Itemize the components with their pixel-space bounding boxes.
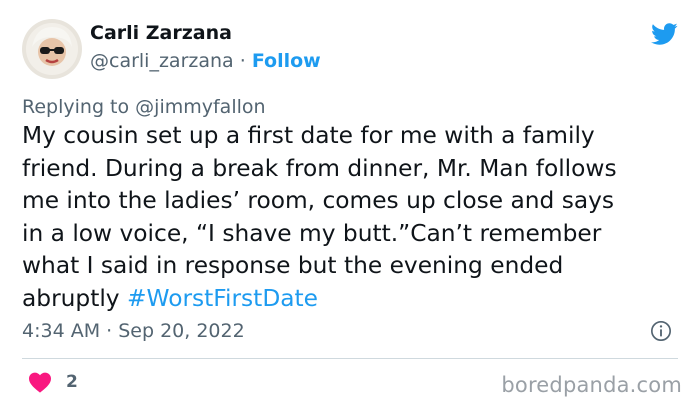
follow-button[interactable]: Follow	[252, 50, 321, 72]
hashtag-link[interactable]: #WorstFirstDate	[127, 285, 318, 312]
avatar-image	[22, 19, 82, 79]
heart-icon	[29, 372, 51, 393]
reply-mention-link[interactable]: @jimmyfallon	[135, 96, 265, 118]
author-handle-row: @carli_zarzana · Follow	[90, 50, 321, 72]
like-count: 2	[66, 372, 78, 392]
replying-prefix: Replying to	[22, 96, 130, 118]
separator-dot: ·	[239, 50, 246, 72]
tweet-card: Carli Zarzana @carli_zarzana · Follow Re…	[0, 0, 700, 410]
author-name[interactable]: Carli Zarzana	[90, 22, 232, 44]
like-button[interactable]: 2	[28, 371, 78, 393]
info-icon[interactable]	[650, 320, 672, 342]
watermark: boredpanda.com	[501, 373, 682, 397]
divider	[22, 358, 678, 359]
replying-to: Replying to @jimmyfallon	[22, 96, 266, 118]
author-handle[interactable]: @carli_zarzana	[90, 50, 234, 72]
tweet-timestamp[interactable]: 4:34 AM · Sep 20, 2022	[22, 320, 245, 342]
tweet-body-text: My cousin set up a first date for me wit…	[22, 122, 617, 312]
avatar[interactable]	[22, 19, 82, 79]
twitter-bird-icon[interactable]	[648, 20, 680, 48]
tweet-text: My cousin set up a first date for me wit…	[22, 120, 682, 315]
